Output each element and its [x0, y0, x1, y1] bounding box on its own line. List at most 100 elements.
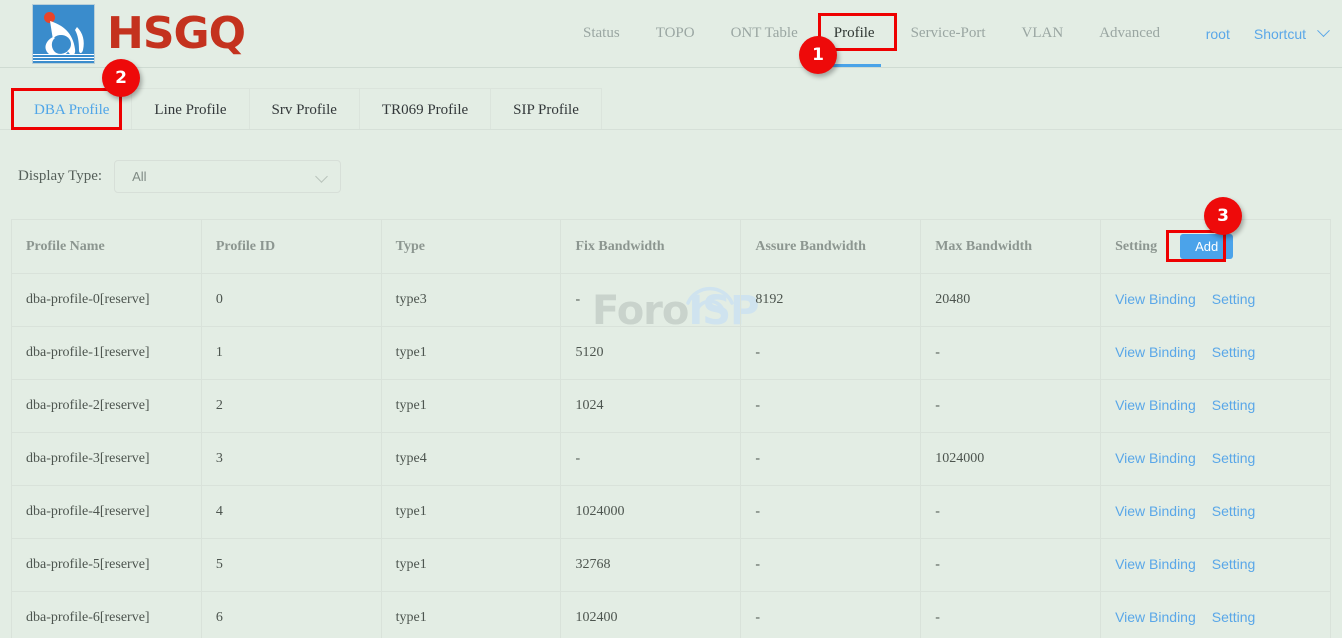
nav-item-profile[interactable]: Profile: [816, 0, 893, 67]
add-button[interactable]: Add: [1180, 234, 1233, 259]
subtab-divider: [0, 129, 1342, 130]
setting-link[interactable]: Setting: [1212, 344, 1256, 360]
cell-profile-id: 6: [201, 592, 381, 638]
cell-fix-bandwidth: 102400: [561, 592, 741, 638]
setting-link[interactable]: Setting: [1212, 503, 1256, 519]
nav-item-status[interactable]: Status: [565, 0, 638, 67]
setting-link[interactable]: Setting: [1212, 291, 1256, 307]
col-header-profile-id: Profile ID: [201, 220, 381, 274]
cell-fix-bandwidth: 1024000: [561, 486, 741, 539]
cell-type: type1: [381, 539, 561, 592]
setting-link[interactable]: Setting: [1212, 450, 1256, 466]
cell-max-bandwidth: -: [921, 327, 1101, 380]
table-row: dba-profile-2[reserve] 2 type1 1024 - - …: [12, 380, 1331, 433]
cell-max-bandwidth: -: [921, 592, 1101, 638]
cell-type: type1: [381, 592, 561, 638]
table-row: dba-profile-4[reserve] 4 type1 1024000 -…: [12, 486, 1331, 539]
cell-profile-name: dba-profile-3[reserve]: [12, 433, 202, 486]
subtab-tr069-profile[interactable]: TR069 Profile: [360, 88, 491, 130]
cell-type: type4: [381, 433, 561, 486]
subtab-sip-profile[interactable]: SIP Profile: [491, 88, 602, 130]
cell-actions: View Binding Setting: [1101, 433, 1331, 486]
app-header: HSGQ Status TOPO ONT Table Profile Servi…: [0, 0, 1342, 67]
cell-max-bandwidth: -: [921, 380, 1101, 433]
chevron-down-icon[interactable]: [1317, 24, 1330, 37]
cell-fix-bandwidth: -: [561, 433, 741, 486]
view-binding-link[interactable]: View Binding: [1115, 609, 1196, 625]
cell-actions: View Binding Setting: [1101, 592, 1331, 638]
cell-profile-name: dba-profile-2[reserve]: [12, 380, 202, 433]
cell-assure-bandwidth: -: [741, 327, 921, 380]
cell-actions: View Binding Setting: [1101, 380, 1331, 433]
setting-link[interactable]: Setting: [1212, 556, 1256, 572]
table-row: dba-profile-3[reserve] 3 type4 - - 10240…: [12, 433, 1331, 486]
col-header-fix-bandwidth: Fix Bandwidth: [561, 220, 741, 274]
cell-assure-bandwidth: -: [741, 433, 921, 486]
cell-profile-id: 1: [201, 327, 381, 380]
display-type-label: Display Type:: [18, 168, 102, 185]
nav-item-vlan[interactable]: VLAN: [1004, 0, 1082, 67]
cell-type: type1: [381, 486, 561, 539]
brand: HSGQ: [32, 4, 245, 64]
shortcut-menu[interactable]: Shortcut: [1244, 26, 1310, 42]
dba-profile-table: Profile Name Profile ID Type Fix Bandwid…: [11, 219, 1331, 638]
cell-type: type1: [381, 327, 561, 380]
view-binding-link[interactable]: View Binding: [1115, 450, 1196, 466]
col-header-type: Type: [381, 220, 561, 274]
cell-fix-bandwidth: -: [561, 274, 741, 327]
hsgq-wave-logo-icon: [32, 4, 95, 64]
table-header: Profile Name Profile ID Type Fix Bandwid…: [12, 220, 1331, 274]
cell-profile-id: 3: [201, 433, 381, 486]
cell-profile-name: dba-profile-0[reserve]: [12, 274, 202, 327]
table-body: dba-profile-0[reserve] 0 type3 - 8192 20…: [12, 274, 1331, 638]
display-type-select[interactable]: All: [114, 160, 341, 193]
setting-header-label: Setting: [1115, 239, 1157, 255]
view-binding-link[interactable]: View Binding: [1115, 344, 1196, 360]
subtab-bar: DBA Profile Line Profile Srv Profile TR0…: [0, 68, 1342, 130]
view-binding-link[interactable]: View Binding: [1115, 556, 1196, 572]
cell-fix-bandwidth: 32768: [561, 539, 741, 592]
col-header-setting: Setting Add: [1101, 220, 1331, 274]
nav-item-service-port[interactable]: Service-Port: [893, 0, 1004, 67]
view-binding-link[interactable]: View Binding: [1115, 291, 1196, 307]
view-binding-link[interactable]: View Binding: [1115, 503, 1196, 519]
table-row: dba-profile-0[reserve] 0 type3 - 8192 20…: [12, 274, 1331, 327]
cell-profile-name: dba-profile-1[reserve]: [12, 327, 202, 380]
header-right-actions: root Shortcut: [1192, 0, 1328, 67]
cell-max-bandwidth: 1024000: [921, 433, 1101, 486]
cell-profile-id: 5: [201, 539, 381, 592]
page-root: HSGQ Status TOPO ONT Table Profile Servi…: [0, 0, 1342, 638]
nav-item-advanced[interactable]: Advanced: [1081, 0, 1178, 67]
view-binding-link[interactable]: View Binding: [1115, 397, 1196, 413]
table-row: dba-profile-1[reserve] 1 type1 5120 - - …: [12, 327, 1331, 380]
table-header-row: Profile Name Profile ID Type Fix Bandwid…: [12, 220, 1331, 274]
col-header-profile-name: Profile Name: [12, 220, 202, 274]
display-type-value: All: [132, 169, 146, 184]
nav-item-topo[interactable]: TOPO: [638, 0, 713, 67]
col-header-max-bandwidth: Max Bandwidth: [921, 220, 1101, 274]
nav-item-ont-table[interactable]: ONT Table: [713, 0, 816, 67]
cell-type: type3: [381, 274, 561, 327]
cell-max-bandwidth: -: [921, 486, 1101, 539]
cell-profile-id: 2: [201, 380, 381, 433]
cell-max-bandwidth: -: [921, 539, 1101, 592]
table-row: dba-profile-5[reserve] 5 type1 32768 - -…: [12, 539, 1331, 592]
user-menu-root[interactable]: root: [1192, 26, 1244, 42]
cell-profile-name: dba-profile-6[reserve]: [12, 592, 202, 638]
col-header-assure-bandwidth: Assure Bandwidth: [741, 220, 921, 274]
subtab-dba-profile[interactable]: DBA Profile: [11, 88, 132, 130]
table-row: dba-profile-6[reserve] 6 type1 102400 - …: [12, 592, 1331, 638]
subtab-srv-profile[interactable]: Srv Profile: [250, 88, 360, 130]
cell-fix-bandwidth: 1024: [561, 380, 741, 433]
cell-assure-bandwidth: -: [741, 592, 921, 638]
cell-profile-name: dba-profile-4[reserve]: [12, 486, 202, 539]
cell-profile-name: dba-profile-5[reserve]: [12, 539, 202, 592]
cell-actions: View Binding Setting: [1101, 327, 1331, 380]
setting-link[interactable]: Setting: [1212, 397, 1256, 413]
brand-name: HSGQ: [107, 12, 245, 56]
subtab-line-profile[interactable]: Line Profile: [132, 88, 249, 130]
main-nav: Status TOPO ONT Table Profile Service-Po…: [565, 0, 1178, 67]
filter-row: Display Type: All: [0, 160, 1342, 193]
setting-link[interactable]: Setting: [1212, 609, 1256, 625]
cell-type: type1: [381, 380, 561, 433]
